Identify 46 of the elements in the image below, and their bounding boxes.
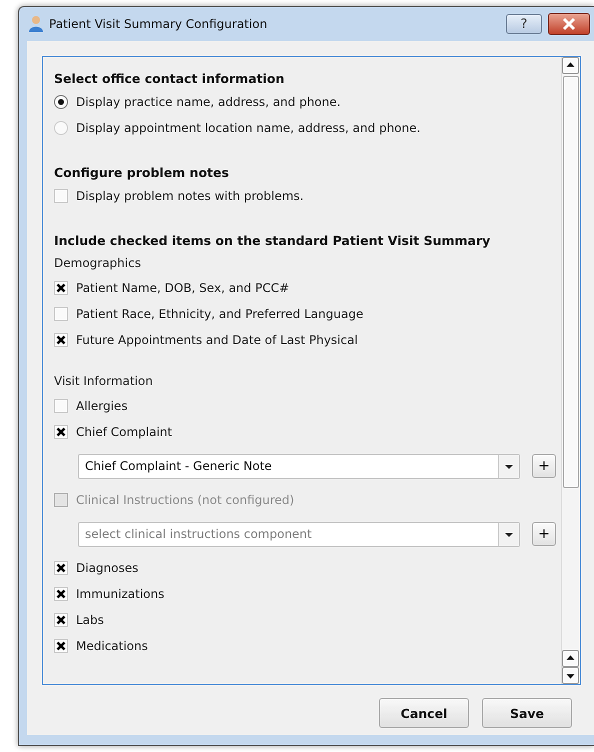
caret-icon[interactable] — [498, 522, 519, 546]
checkbox[interactable] — [54, 189, 68, 203]
group-label: Demographics — [54, 255, 142, 272]
caret-icon[interactable] — [498, 454, 519, 478]
window-title: Patient Visit Summary Configuration — [49, 17, 268, 31]
checkbox[interactable] — [54, 613, 68, 627]
checkbox[interactable] — [54, 281, 68, 295]
option-label: Patient Name, DOB, Sex, and PCC# — [76, 281, 290, 295]
checkbox[interactable] — [54, 587, 68, 601]
checkbox[interactable] — [54, 307, 68, 321]
option-label: Allergies — [76, 399, 128, 413]
option-label: Patient Race, Ethnicity, and Preferred Language — [76, 307, 364, 321]
add-button[interactable]: + — [532, 522, 556, 546]
help-button[interactable]: ? — [506, 14, 542, 34]
radio-button[interactable] — [54, 121, 68, 135]
checkbox[interactable] — [54, 425, 68, 439]
option-label: Display problem notes with problems. — [76, 189, 304, 203]
scroll-up-icon[interactable] — [562, 57, 579, 74]
option-label: Future Appointments and Date of Last Physical — [76, 333, 358, 347]
option-label: Medications — [76, 639, 148, 653]
option-label: Diagnoses — [76, 561, 138, 575]
option-label: Immunizations — [76, 587, 164, 601]
section-heading: Select office contact information — [54, 70, 286, 88]
save-button[interactable]: Save — [482, 698, 572, 728]
option-label: Clinical Instructions (not configured) — [76, 493, 294, 507]
checkbox[interactable] — [54, 639, 68, 653]
scrollbar-thumb[interactable] — [563, 76, 579, 488]
option-label: Chief Complaint — [76, 425, 172, 439]
section-heading: Include checked items on the standard Patient Visit Summary — [54, 232, 492, 250]
person-icon — [29, 15, 43, 33]
dropdown-field[interactable]: select clinical instructions component — [78, 522, 520, 546]
checkbox[interactable] — [54, 399, 68, 413]
radio-button[interactable] — [54, 95, 68, 109]
group-label: Visit Information — [54, 373, 154, 390]
section-heading: Configure problem notes — [54, 164, 230, 182]
dropdown-field[interactable]: Chief Complaint - Generic Note — [78, 454, 520, 478]
checkbox[interactable] — [54, 561, 68, 575]
option-label: Labs — [76, 613, 104, 627]
add-button[interactable]: + — [532, 454, 556, 478]
option-label: Display appointment location name, address, and phone. — [76, 121, 420, 135]
close-icon[interactable] — [548, 13, 590, 35]
scroll-down-icon[interactable] — [562, 667, 579, 684]
cancel-button[interactable]: Cancel — [379, 698, 469, 728]
checkbox[interactable] — [54, 333, 68, 347]
scroll-up-icon[interactable] — [562, 650, 579, 667]
option-label: Display practice name, address, and phone. — [76, 95, 341, 109]
